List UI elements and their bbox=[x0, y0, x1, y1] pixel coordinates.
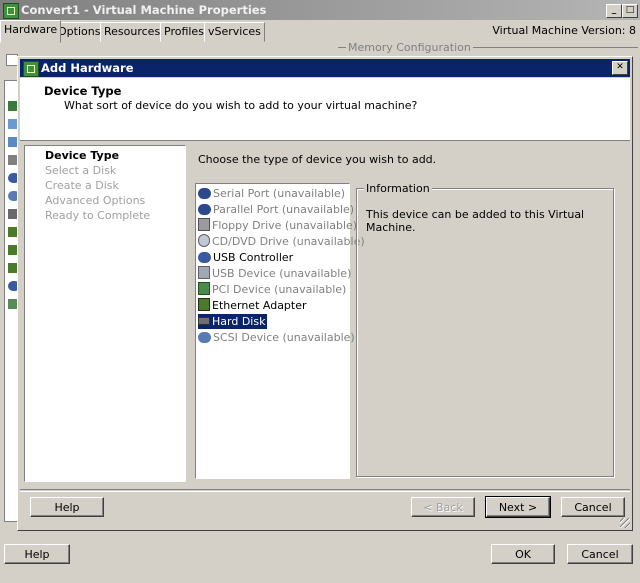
step-create-disk: Create a Disk bbox=[45, 179, 119, 192]
parallel-port-icon bbox=[198, 204, 211, 215]
tab-resources[interactable]: Resources bbox=[100, 22, 165, 42]
device-type-list[interactable]: Serial Port (unavailable) Parallel Port … bbox=[195, 183, 365, 479]
header-subtitle: What sort of device do you wish to add t… bbox=[64, 99, 418, 112]
list-item-hard-disk[interactable]: Hard Disk bbox=[198, 314, 268, 329]
outer-window-title-bar[interactable]: Convert1 - Virtual Machine Properties _ … bbox=[0, 0, 640, 20]
add-hardware-dialog: Add Hardware ✕ Device Type What sort of … bbox=[17, 56, 633, 531]
pci-device-icon bbox=[198, 282, 210, 295]
wizard-steps-panel: Device Type Select a Disk Create a Disk … bbox=[24, 145, 186, 482]
information-label: Information bbox=[364, 182, 432, 195]
header-title: Device Type bbox=[44, 84, 122, 98]
dialog-cancel-button[interactable]: Cancel bbox=[561, 497, 625, 517]
step-select-disk: Select a Disk bbox=[45, 164, 117, 177]
outer-cancel-button[interactable]: Cancel bbox=[567, 544, 633, 564]
dialog-title: Add Hardware bbox=[41, 61, 134, 75]
memory-configuration-label: Memory Configuration bbox=[346, 41, 473, 54]
minimize-icon[interactable]: _ bbox=[606, 4, 622, 18]
list-item-usb-device[interactable]: USB Device (unavailable) bbox=[198, 266, 353, 281]
close-icon[interactable]: ✕ bbox=[612, 61, 628, 75]
tab-vservices[interactable]: vServices bbox=[204, 22, 265, 42]
tab-hardware[interactable]: Hardware bbox=[0, 20, 62, 43]
step-advanced-options: Advanced Options bbox=[45, 194, 146, 207]
outer-help-button[interactable]: Help bbox=[4, 544, 70, 564]
list-item-cd-dvd-drive[interactable]: CD/DVD Drive (unavailable) bbox=[198, 234, 367, 249]
next-button[interactable]: Next > bbox=[485, 496, 551, 518]
list-item-pci-device[interactable]: PCI Device (unavailable) bbox=[198, 282, 348, 297]
outer-window-title: Convert1 - Virtual Machine Properties bbox=[21, 3, 267, 17]
usb-device-icon bbox=[198, 266, 210, 279]
list-item-parallel-port[interactable]: Parallel Port (unavailable) bbox=[198, 202, 356, 217]
vm-version-label: Virtual Machine Version: 8 bbox=[492, 24, 636, 37]
tab-options[interactable]: Options bbox=[54, 22, 105, 42]
usb-controller-icon bbox=[198, 252, 211, 263]
list-item-serial-port[interactable]: Serial Port (unavailable) bbox=[198, 186, 347, 201]
maximize-icon[interactable]: □ bbox=[622, 4, 638, 18]
information-text: This device can be added to this Virtual… bbox=[366, 208, 585, 234]
floppy-drive-icon bbox=[198, 218, 210, 231]
scsi-device-icon bbox=[198, 332, 211, 343]
step-device-type: Device Type bbox=[45, 149, 120, 162]
resize-grip-icon[interactable] bbox=[620, 518, 630, 528]
tab-profiles[interactable]: Profiles bbox=[160, 22, 208, 42]
vm-app-icon bbox=[3, 3, 19, 19]
list-item-floppy-drive[interactable]: Floppy Drive (unavailable) bbox=[198, 218, 359, 233]
add-hardware-icon bbox=[23, 61, 39, 77]
dialog-header: Device Type What sort of device do you w… bbox=[20, 78, 630, 141]
outer-ok-button[interactable]: OK bbox=[491, 544, 555, 564]
back-button[interactable]: < Back bbox=[411, 497, 475, 517]
serial-port-icon bbox=[198, 188, 211, 199]
step-ready-to-complete: Ready to Complete bbox=[45, 209, 151, 222]
dialog-help-button[interactable]: Help bbox=[30, 497, 104, 517]
list-item-scsi-device[interactable]: SCSI Device (unavailable) bbox=[198, 330, 357, 345]
device-prompt: Choose the type of device you wish to ad… bbox=[198, 153, 437, 166]
dialog-title-bar[interactable]: Add Hardware ✕ bbox=[20, 59, 630, 77]
footer-divider bbox=[20, 489, 630, 492]
cd-dvd-drive-icon bbox=[198, 234, 210, 247]
list-item-ethernet-adapter[interactable]: Ethernet Adapter bbox=[198, 298, 309, 313]
ethernet-adapter-icon bbox=[198, 298, 210, 311]
hard-disk-icon bbox=[198, 317, 210, 325]
list-item-usb-controller[interactable]: USB Controller bbox=[198, 250, 295, 265]
